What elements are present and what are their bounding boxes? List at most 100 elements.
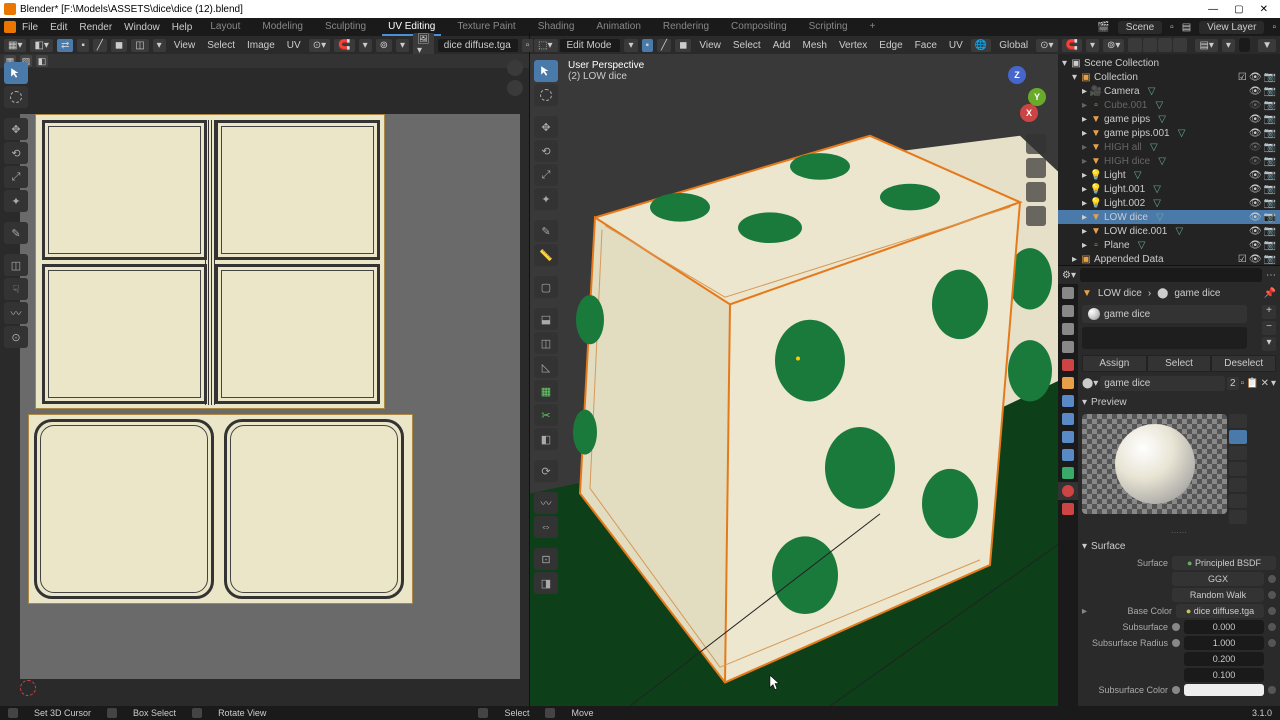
preview-drag-handle[interactable]: ⋯⋯ [1082, 528, 1276, 537]
prop-keyframe-icon[interactable] [1268, 686, 1276, 694]
pin-icon[interactable]: 📌 [1264, 288, 1276, 299]
vp-menu-view[interactable]: View [695, 40, 725, 51]
props-tab-world[interactable] [1058, 356, 1078, 374]
render-icon[interactable]: 📷 [1264, 240, 1276, 251]
uv-snap-mode-icon[interactable]: ▾ [359, 39, 372, 52]
uv-menu-uv[interactable]: UV [283, 40, 305, 51]
props-tab-material[interactable] [1058, 482, 1078, 500]
eye-icon[interactable]: 👁 [1249, 240, 1262, 251]
vp-tool-smooth[interactable]: 〰 [534, 492, 558, 514]
props-type-icon[interactable]: ⚙▾ [1062, 270, 1076, 281]
material-slot[interactable]: game dice [1082, 305, 1247, 323]
vp-menu-face[interactable]: Face [911, 40, 941, 51]
eye-icon[interactable]: 👁 [1249, 254, 1262, 265]
vp-menu-uv[interactable]: UV [945, 40, 967, 51]
tree-row[interactable]: ▸💡Light▽👁📷 [1058, 168, 1280, 182]
breadcrumb-mat[interactable]: game dice [1174, 288, 1220, 299]
vp-mode-select[interactable]: Edit Mode [560, 39, 620, 52]
preview-hair-icon[interactable] [1229, 462, 1247, 476]
subsurface-value[interactable]: 0.000 [1184, 620, 1264, 634]
tab-rendering[interactable]: Rendering [657, 19, 715, 36]
tree-row[interactable]: ▸▼game pips.001▽👁📷 [1058, 126, 1280, 140]
surface-shader-select[interactable]: ● Principled BSDF [1172, 556, 1276, 570]
uv-sel-island-icon[interactable]: ◫ [131, 39, 148, 52]
vp-tool-rotate[interactable]: ⟲ [534, 140, 558, 162]
assign-button[interactable]: Assign [1082, 355, 1147, 372]
eye-icon[interactable]: 👁 [1249, 184, 1262, 195]
tab-animation[interactable]: Animation [590, 19, 646, 36]
render-icon[interactable]: 📷 [1264, 156, 1276, 167]
surface-section-header[interactable]: ▾ Surface [1078, 539, 1280, 554]
prop-socket-icon[interactable] [1172, 623, 1180, 631]
material-copy-icon[interactable]: 📋 [1246, 378, 1258, 389]
tree-row[interactable]: ▸▼LOW dice▽👁📷 [1058, 210, 1280, 224]
gizmo-z-axis[interactable]: Z [1008, 66, 1026, 84]
outliner-type-icon[interactable]: ▤▾ [1195, 39, 1217, 52]
preview-cloth-icon[interactable] [1229, 494, 1247, 508]
props-tab-output[interactable] [1058, 302, 1078, 320]
scene-new-icon[interactable]: ▫ [1170, 22, 1174, 33]
eye-icon[interactable]: 👁 [1249, 128, 1262, 139]
props-tab-render[interactable] [1058, 284, 1078, 302]
vp-tool-select[interactable] [534, 60, 558, 82]
preview-sphere-icon[interactable] [1229, 430, 1247, 444]
preview-section-header[interactable]: ▾ Preview [1078, 395, 1280, 410]
viewlayer-new-icon[interactable]: ▫ [1272, 22, 1276, 33]
vp-tool-loopcut[interactable]: ▦ [534, 380, 558, 402]
prop-socket-icon[interactable] [1172, 639, 1180, 647]
render-icon[interactable]: 📷 [1264, 254, 1276, 265]
vp-menu-select[interactable]: Select [729, 40, 765, 51]
render-icon[interactable]: 📷 [1264, 212, 1276, 223]
vp-tool-extrude[interactable]: ⬓ [534, 308, 558, 330]
uv-snap-icon[interactable]: 🧲 [334, 39, 354, 52]
uv-tool-relax[interactable]: 〰 [4, 302, 28, 324]
tree-row[interactable]: ▸▫Plane▽👁📷 [1058, 238, 1280, 252]
scene-name-field[interactable]: Scene [1118, 21, 1162, 34]
props-tab-data[interactable] [1058, 464, 1078, 482]
uv-tool-rip[interactable]: ◫ [4, 254, 28, 276]
props-tab-particle[interactable] [1058, 410, 1078, 428]
vp-tool-addcube[interactable]: ▢ [534, 276, 558, 298]
uv-menu-view[interactable]: View [170, 40, 200, 51]
eye-icon[interactable]: 👁 [1249, 170, 1262, 181]
props-tab-constraint[interactable] [1058, 446, 1078, 464]
uv-pan-icon[interactable] [507, 80, 523, 96]
eye-icon[interactable]: 👁 [1249, 86, 1262, 97]
sss-radius-x[interactable]: 1.000 [1184, 636, 1264, 650]
material-name-field[interactable]: game dice [1100, 376, 1225, 391]
uv-tool-select[interactable] [4, 62, 28, 84]
eye-icon[interactable]: 👁 [1249, 156, 1262, 167]
vp-tool-measure[interactable]: 📏 [534, 244, 558, 266]
props-search-input[interactable] [1080, 268, 1262, 282]
preview-fluid-icon[interactable] [1229, 510, 1247, 524]
tree-row[interactable]: ▸▼game pips▽👁📷 [1058, 112, 1280, 126]
tree-row[interactable]: ▸💡Light.001▽👁📷 [1058, 182, 1280, 196]
vp-tool-rip[interactable]: ◨ [534, 572, 558, 594]
render-icon[interactable]: 📷 [1264, 198, 1276, 209]
prop-keyframe-icon[interactable] [1268, 575, 1276, 583]
render-icon[interactable]: 📷 [1264, 86, 1276, 97]
base-color-value[interactable]: ● dice diffuse.tga [1176, 604, 1264, 618]
uv-zoom-icon[interactable] [507, 60, 523, 76]
vp-menu-mesh[interactable]: Mesh [798, 40, 830, 51]
nav-gizmo[interactable]: Z Y X [986, 66, 1046, 126]
eye-icon[interactable]: 👁 [1249, 100, 1262, 111]
uv-sel-vert-icon[interactable]: ▪ [77, 39, 89, 52]
vp-tool-inset[interactable]: ◫ [534, 332, 558, 354]
minimize-button[interactable]: — [1208, 4, 1218, 15]
prop-keyframe-icon[interactable] [1268, 591, 1276, 599]
vp-tool-annotate[interactable]: ✎ [534, 220, 558, 242]
uv-sel-face-icon[interactable]: ◼ [111, 39, 127, 52]
mat-remove-icon[interactable]: − [1262, 321, 1276, 335]
mat-menu-icon[interactable]: ▾ [1262, 337, 1276, 351]
props-tab-viewlayer[interactable] [1058, 320, 1078, 338]
material-users[interactable]: 2 [1227, 377, 1239, 390]
prop-keyframe-icon[interactable] [1268, 639, 1276, 647]
close-button[interactable]: ✕ [1260, 4, 1268, 15]
props-tab-texture[interactable] [1058, 500, 1078, 518]
eye-icon[interactable]: 👁 [1249, 72, 1262, 83]
vp-sel-face-icon[interactable]: ◼ [675, 39, 691, 52]
sss-radius-z[interactable]: 0.100 [1184, 668, 1264, 682]
vp-pivot-icon[interactable]: ⊙▾ [1036, 39, 1057, 52]
uv-sel-edge-icon[interactable]: ╱ [93, 39, 107, 52]
